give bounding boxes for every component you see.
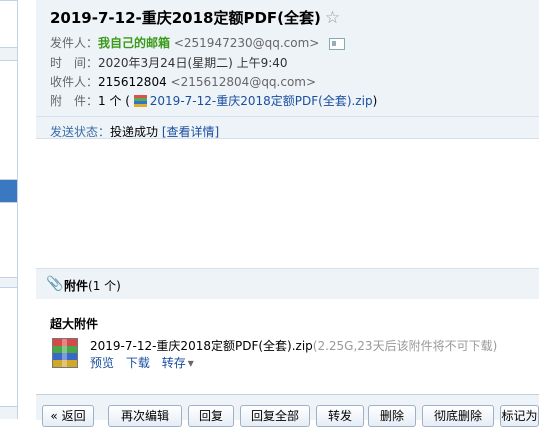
attachment-row: 附 件：1 个 ( 2019-7-12-重庆2018定额PDF(全套).zip)	[50, 92, 377, 109]
sender-email: <251947230@qq.com>	[173, 36, 320, 50]
sender-name[interactable]: 我自己的邮箱	[98, 36, 170, 50]
save-to-link[interactable]: 转存	[162, 356, 186, 370]
delete-forever-button[interactable]: 彻底删除	[422, 405, 494, 427]
header-divider	[36, 116, 539, 117]
attachment-file-line: 2019-7-12-重庆2018定额PDF(全套).zip(2.25G,23天后…	[90, 337, 497, 354]
status-detail-link[interactable]: [查看详情]	[162, 125, 219, 139]
recipient-name[interactable]: 215612804	[98, 75, 167, 89]
mail-subject: 2019-7-12-重庆2018定额PDF(全套) ☆	[50, 7, 340, 28]
time-value: 2020年3月24日(星期二) 上午9:40	[98, 56, 288, 70]
bottom-toolbar: « 返回 再次编辑 回复 回复全部 转发 删除 彻底删除 标记为	[36, 394, 539, 427]
mail-subject-text: 2019-7-12-重庆2018定额PDF(全套)	[50, 9, 321, 27]
attachment-file-name[interactable]: 2019-7-12-重庆2018定额PDF(全套).zip	[90, 339, 313, 353]
delete-button[interactable]: 删除	[368, 405, 416, 427]
recipient-email: <215612804@qq.com>	[170, 75, 317, 89]
paperclip-icon: 📎	[46, 276, 64, 292]
attachment-file-meta: (2.25G,23天后该附件将不可下载)	[312, 339, 498, 353]
sidebar-panel-2	[0, 60, 17, 180]
left-sidebar-strip	[0, 0, 18, 419]
attachments-header: 📎 附件(1 个)	[36, 268, 539, 300]
time-label: 时 间：	[50, 56, 99, 70]
attachment-label: 附 件：	[50, 94, 99, 108]
mail-header: 2019-7-12-重庆2018定额PDF(全套) ☆ 发件人：我自己的邮箱 <2…	[36, 0, 539, 139]
sender-row: 发件人：我自己的邮箱 <251947230@qq.com>	[50, 34, 346, 51]
attachment-link[interactable]: 2019-7-12-重庆2018定额PDF(全套).zip	[150, 94, 373, 108]
attachment-count: 1 个 (	[98, 94, 130, 108]
back-button[interactable]: « 返回	[42, 405, 94, 427]
recipient-label: 收件人：	[50, 75, 99, 89]
status-label: 发送状态：	[50, 125, 111, 139]
reply-button[interactable]: 回复	[188, 405, 234, 427]
sidebar-panel-1	[0, 0, 17, 48]
chevron-down-icon[interactable]: ▾	[188, 356, 194, 370]
sender-label: 发件人：	[50, 36, 99, 50]
large-attachment-label: 超大附件	[50, 317, 99, 331]
star-icon[interactable]: ☆	[325, 8, 340, 28]
attachments-count: (1 个)	[88, 279, 121, 293]
zip-file-icon	[133, 95, 147, 107]
recipient-row: 收件人：215612804 <215612804@qq.com>	[50, 73, 316, 90]
sidebar-selected-item[interactable]	[0, 180, 17, 202]
sidebar-panel-4	[0, 287, 17, 407]
download-link[interactable]: 下载	[126, 356, 150, 370]
mark-as-button[interactable]: 标记为	[500, 405, 539, 427]
reply-all-button[interactable]: 回复全部	[240, 405, 310, 427]
status-value: 投递成功	[110, 125, 159, 139]
reedit-button[interactable]: 再次编辑	[108, 405, 182, 427]
forward-button[interactable]: 转发	[316, 405, 364, 427]
contact-card-icon[interactable]	[329, 37, 346, 50]
attachments-title-text: 附件	[64, 279, 89, 293]
preview-link[interactable]: 预览	[90, 356, 114, 370]
attachment-actions: 预览 下载 转存 ▾	[90, 354, 202, 371]
zip-archive-icon[interactable]	[52, 338, 78, 368]
time-row: 时 间：2020年3月24日(星期二) 上午9:40	[50, 54, 288, 71]
attachment-close: )	[372, 94, 378, 108]
attachments-title: 附件(1 个)	[64, 277, 121, 294]
sidebar-panel-3	[0, 202, 17, 278]
attachments-body: 超大附件 2019-7-12-重庆2018定额PDF(全套).zip(2.25G…	[36, 299, 539, 385]
delivery-status-row: 发送状态：投递成功 [查看详情]	[50, 123, 219, 140]
